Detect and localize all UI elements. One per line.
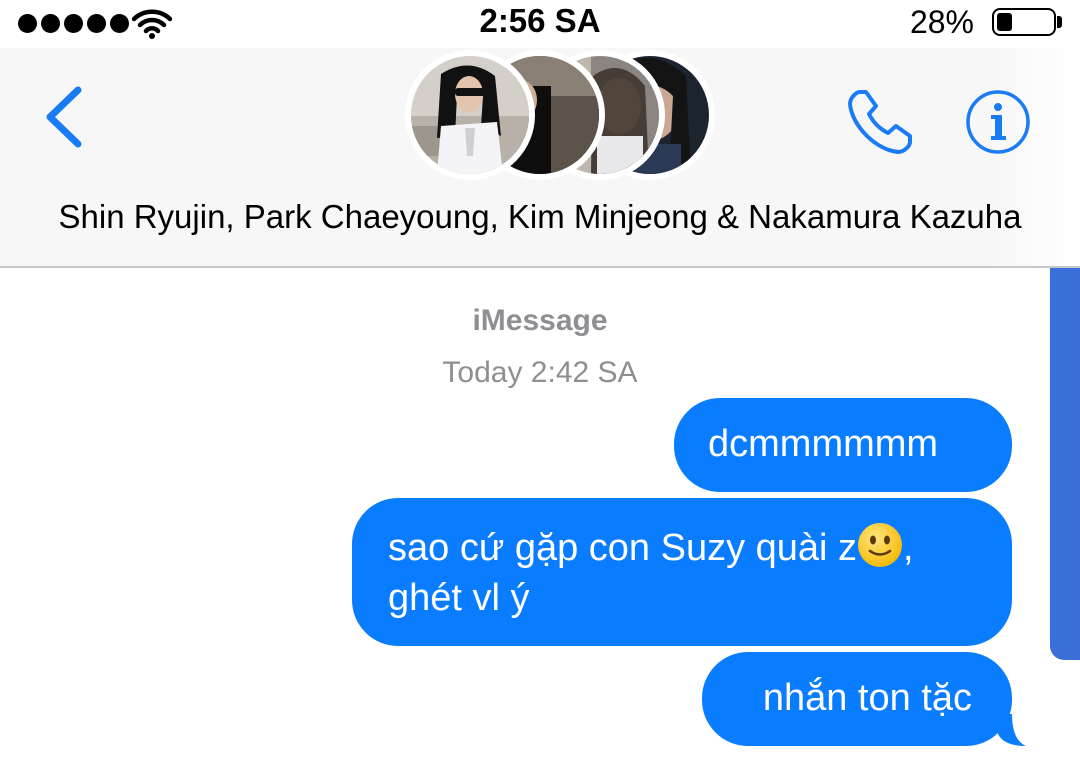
sent-message-bubble[interactable]: nhắn ton tặc [702,652,1012,746]
battery-icon [992,8,1056,36]
back-chevron-icon[interactable] [36,82,92,152]
sent-message-bubble[interactable]: sao cứ gặp con Suzy quài z , ghét vl ý [352,498,1012,646]
scrollbar[interactable] [1050,268,1080,660]
status-bar: 2:56 SA 28% [0,0,1080,48]
conversation-header: Shin Ryujin, Park Chaeyoung, Kim Minjeon… [0,48,1080,268]
message-text-punctuation: , [903,527,914,569]
message-text: ghét vl ý [388,577,530,619]
battery-cap [1057,16,1062,28]
battery-percent: 28% [909,4,974,40]
group-avatar-stack[interactable] [405,48,715,180]
avatar-ryujin [405,50,535,180]
battery-level-fill [997,13,1013,31]
bubble-tail [998,714,1026,746]
message-text: dcmmmmmm [708,423,939,465]
message-text: nhắn ton tặc [762,677,972,719]
info-icon[interactable] [964,88,1032,156]
messages-screen: 2:56 SA 28% Shin Ryujin, Park Chaeyoung,… [0,0,1080,777]
sent-message-bubble[interactable]: dcmmmmmm [674,398,1012,492]
message-timestamp: Today 2:42 SA [442,356,638,389]
message-text: sao cứ gặp con Suzy quài z [388,527,858,569]
service-label: iMessage [472,304,608,337]
message-thread: iMessage Today 2:42 SA dcmmmmmm sao cứ g… [0,268,1080,777]
group-name[interactable]: Shin Ryujin, Park Chaeyoung, Kim Minjeon… [0,198,1080,236]
slightly-smiling-face-emoji [858,523,903,567]
phone-icon[interactable] [846,86,916,156]
